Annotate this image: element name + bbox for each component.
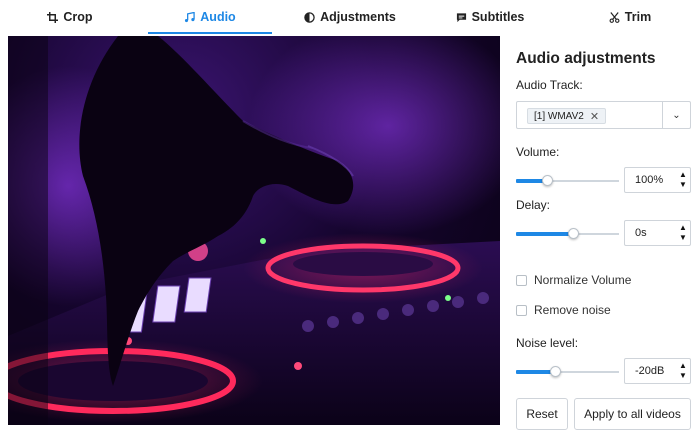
tab-trim-label: Trim [624, 10, 652, 24]
slider-fill [516, 232, 573, 236]
apply-to-all-button[interactable]: Apply to all videos [574, 398, 691, 430]
audio-track-label: Audio Track: [516, 78, 583, 92]
delay-label: Delay: [516, 198, 551, 212]
normalize-volume-checkbox[interactable]: Normalize Volume [516, 273, 631, 287]
tab-adjustments-label: Adjustments [320, 10, 396, 24]
stepper-arrows: ▲ ▼ [676, 221, 690, 245]
delay-value: 0s [635, 227, 647, 239]
stepper-arrows: ▲ ▼ [676, 359, 690, 383]
checkbox-box[interactable] [516, 304, 527, 316]
audio-track-select[interactable]: [1] WMAV2 ✕ ⌄ [516, 101, 691, 129]
noise-level-value: -20dB [635, 365, 665, 377]
dj-mixer-scene [8, 36, 500, 425]
tab-adjustments[interactable]: Adjustments [280, 0, 420, 34]
delay-slider[interactable] [516, 228, 619, 240]
subtitles-icon [456, 12, 466, 22]
noise-level-label: Noise level: [516, 336, 579, 350]
remove-noise-checkbox[interactable]: Remove noise [516, 303, 611, 317]
increment-icon[interactable]: ▲ [679, 170, 687, 180]
tab-crop[interactable]: Crop [0, 0, 140, 34]
delay-stepper[interactable]: 0s ▲ ▼ [624, 220, 691, 246]
tab-audio[interactable]: Audio [140, 0, 280, 34]
tab-subtitles-label: Subtitles [471, 10, 525, 24]
audio-track-chip: [1] WMAV2 ✕ [527, 108, 607, 124]
scissors-icon [609, 11, 620, 23]
decrement-icon[interactable]: ▼ [679, 233, 687, 243]
crop-icon [47, 11, 59, 23]
remove-noise-label: Remove noise [534, 303, 611, 317]
slider-thumb[interactable] [542, 175, 553, 186]
volume-value: 100% [635, 174, 664, 186]
slider-thumb[interactable] [568, 228, 579, 239]
audio-track-chip-label: [1] WMAV2 [534, 110, 584, 122]
panel-title: Audio adjustments [516, 50, 656, 67]
video-preview [8, 36, 500, 425]
editor-tabbar: Crop Audio Adjustments Subtitles Trim [0, 0, 700, 34]
volume-stepper[interactable]: 100% ▲ ▼ [624, 167, 691, 193]
increment-icon[interactable]: ▲ [679, 361, 687, 371]
contrast-icon [304, 11, 315, 23]
decrement-icon[interactable]: ▼ [679, 371, 687, 381]
noise-level-slider[interactable] [516, 366, 619, 378]
noise-level-stepper[interactable]: -20dB ▲ ▼ [624, 358, 691, 384]
checkbox-box[interactable] [516, 274, 527, 286]
chevron-down-icon[interactable]: ⌄ [662, 102, 690, 128]
chip-remove-icon[interactable]: ✕ [590, 110, 599, 123]
reset-button[interactable]: Reset [516, 398, 568, 430]
volume-label: Volume: [516, 145, 560, 159]
increment-icon[interactable]: ▲ [679, 223, 687, 233]
tab-audio-label: Audio [200, 10, 236, 24]
tab-trim[interactable]: Trim [560, 0, 700, 34]
tab-subtitles[interactable]: Subtitles [420, 0, 560, 34]
decrement-icon[interactable]: ▼ [679, 180, 687, 190]
slider-thumb[interactable] [550, 366, 561, 377]
music-note-icon [185, 11, 196, 22]
normalize-volume-label: Normalize Volume [534, 273, 632, 287]
tab-crop-label: Crop [63, 10, 93, 24]
stepper-arrows: ▲ ▼ [676, 168, 690, 192]
volume-slider[interactable] [516, 175, 619, 187]
